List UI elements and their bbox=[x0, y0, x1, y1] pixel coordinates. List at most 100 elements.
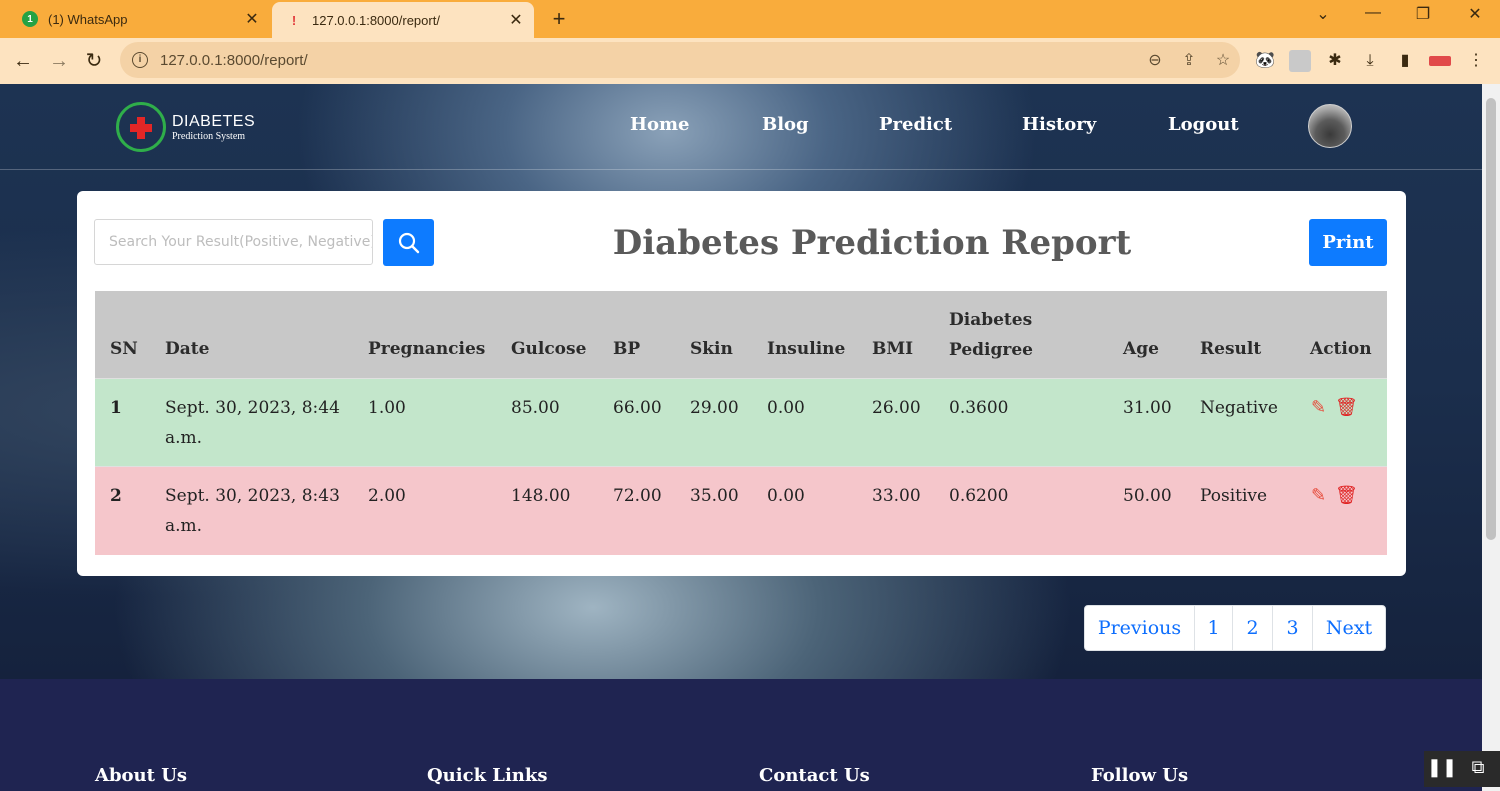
omnibox[interactable]: i 127.0.0.1:8000/report/ ⊖ ⇪ ☆ bbox=[120, 42, 1240, 78]
logo-subtitle: Prediction System bbox=[172, 130, 246, 142]
pagination-page-3[interactable]: 3 bbox=[1273, 606, 1313, 650]
site-header: DIABETES Prediction System Home Blog Pre… bbox=[0, 84, 1482, 170]
share-icon[interactable]: ⇪ bbox=[1172, 50, 1206, 70]
pagination-page-2[interactable]: 2 bbox=[1233, 606, 1273, 650]
row-bmi: 33.00 bbox=[872, 486, 921, 506]
url-text[interactable]: 127.0.0.1:8000/report/ bbox=[160, 52, 1138, 69]
col-age: Age bbox=[1123, 339, 1159, 359]
new-tab-button[interactable]: + bbox=[546, 6, 572, 32]
site-info-icon[interactable]: i bbox=[132, 52, 148, 68]
col-skin: Skin bbox=[690, 339, 733, 359]
trash-icon[interactable]: 🗑 bbox=[1335, 485, 1358, 506]
col-action: Action bbox=[1310, 339, 1372, 359]
nav-home[interactable]: Home bbox=[630, 114, 690, 135]
side-panel-icon[interactable]: ▮ bbox=[1394, 50, 1416, 72]
row-date: Sept. 30, 2023, 8:44 a.m. bbox=[165, 398, 340, 448]
row-result: Negative bbox=[1200, 398, 1278, 418]
row-bp: 72.00 bbox=[613, 486, 662, 506]
print-button[interactable]: Print bbox=[1309, 219, 1387, 266]
col-bmi: BMI bbox=[872, 339, 914, 359]
bookmark-star-icon[interactable]: ☆ bbox=[1206, 50, 1240, 70]
row-result: Positive bbox=[1200, 486, 1268, 506]
site-footer: About Us Quick Links Contact Us Follow U… bbox=[0, 679, 1482, 791]
row-bp: 66.00 bbox=[613, 398, 662, 418]
back-arrow-icon[interactable]: ← bbox=[10, 48, 36, 74]
row-age: 50.00 bbox=[1123, 486, 1172, 506]
edit-icon[interactable]: ✎ bbox=[1311, 485, 1326, 506]
forward-arrow-icon[interactable]: → bbox=[46, 48, 72, 74]
reload-icon[interactable]: ↻ bbox=[81, 48, 107, 74]
browser-menu-icon[interactable]: ⋮ bbox=[1465, 50, 1487, 72]
table-row: 1 Sept. 30, 2023, 8:44 a.m. 1.00 85.00 6… bbox=[95, 378, 1387, 466]
col-sn: SN bbox=[110, 339, 138, 359]
tab-close-icon[interactable]: ✕ bbox=[504, 10, 528, 30]
row-pregnancies: 1.00 bbox=[368, 398, 406, 418]
download-icon[interactable]: ⤓ bbox=[1359, 50, 1381, 72]
col-pedigree: Diabetes Pedigree bbox=[949, 310, 1033, 360]
row-insulin: 0.00 bbox=[767, 486, 805, 506]
row-pedigree: 0.3600 bbox=[949, 398, 1009, 418]
user-avatar[interactable] bbox=[1308, 104, 1352, 148]
footer-quick-links-heading: Quick Links bbox=[427, 765, 548, 786]
footer-follow-heading: Follow Us bbox=[1091, 765, 1189, 786]
medical-cross-icon bbox=[116, 102, 166, 152]
tab-close-icon[interactable]: ✕ bbox=[240, 9, 264, 29]
page-scrollbar[interactable] bbox=[1482, 84, 1500, 791]
tab-title: (1) WhatsApp bbox=[48, 11, 128, 27]
pagination: Previous 1 2 3 Next bbox=[1084, 605, 1386, 651]
row-pregnancies: 2.00 bbox=[368, 486, 406, 506]
footer-contact-heading: Contact Us bbox=[759, 765, 870, 786]
restore-icon[interactable]: ❐ bbox=[1408, 4, 1438, 28]
col-bp: BP bbox=[613, 339, 641, 359]
screenshot-extension-icon[interactable] bbox=[1289, 50, 1311, 72]
row-skin: 29.00 bbox=[690, 398, 739, 418]
logo-title: DIABETES bbox=[172, 112, 256, 130]
nav-logout[interactable]: Logout bbox=[1168, 114, 1239, 135]
tab-whatsapp[interactable]: 1 (1) WhatsApp ✕ bbox=[8, 0, 270, 38]
edit-icon[interactable]: ✎ bbox=[1311, 397, 1326, 418]
col-date: Date bbox=[165, 339, 210, 359]
row-pedigree: 0.6200 bbox=[949, 486, 1009, 506]
table-row: 2 Sept. 30, 2023, 8:43 a.m. 2.00 148.00 … bbox=[95, 466, 1387, 555]
pagination-page-1[interactable]: 1 bbox=[1195, 606, 1233, 650]
row-glucose: 85.00 bbox=[511, 398, 560, 418]
minimize-icon[interactable]: — bbox=[1358, 4, 1388, 28]
page-favicon-icon: ǃ bbox=[291, 12, 297, 28]
col-result: Result bbox=[1200, 339, 1262, 359]
nav-blog[interactable]: Blog bbox=[762, 114, 809, 135]
trash-icon[interactable]: 🗑 bbox=[1335, 397, 1358, 418]
panda-extension-icon[interactable]: 🐼 bbox=[1254, 50, 1276, 72]
col-pregnancies: Pregnancies bbox=[368, 339, 486, 359]
scrollbar-thumb[interactable] bbox=[1486, 98, 1496, 540]
pause-icon[interactable]: ❚❚ bbox=[1426, 757, 1458, 778]
whatsapp-icon: 1 bbox=[22, 11, 38, 27]
row-age: 31.00 bbox=[1123, 398, 1172, 418]
nav-predict[interactable]: Predict bbox=[879, 114, 952, 135]
extensions-puzzle-icon[interactable]: ✱ bbox=[1324, 50, 1346, 72]
nav-history[interactable]: History bbox=[1022, 114, 1096, 135]
row-glucose: 148.00 bbox=[511, 486, 571, 506]
search-input[interactable]: Search Your Result(Positive, Negative) bbox=[94, 219, 373, 265]
picture-in-picture-icon[interactable]: ⧉ bbox=[1462, 757, 1494, 778]
pagination-next[interactable]: Next bbox=[1313, 606, 1385, 650]
tab-title: 127.0.0.1:8000/report/ bbox=[312, 12, 440, 28]
col-glucose: Gulcose bbox=[511, 339, 587, 359]
report-card: Search Your Result(Positive, Negative) D… bbox=[77, 191, 1406, 576]
pagination-previous[interactable]: Previous bbox=[1085, 606, 1195, 650]
address-bar: ← → ↻ i 127.0.0.1:8000/report/ ⊖ ⇪ ☆ 🐼 ✱… bbox=[0, 38, 1500, 84]
close-window-icon[interactable]: ✕ bbox=[1460, 4, 1490, 28]
page-viewport: DIABETES Prediction System Home Blog Pre… bbox=[0, 84, 1482, 791]
row-insulin: 0.00 bbox=[767, 398, 805, 418]
record-extension-icon[interactable] bbox=[1429, 56, 1451, 66]
row-skin: 35.00 bbox=[690, 486, 739, 506]
row-sn: 1 bbox=[110, 398, 122, 418]
page-title: Diabetes Prediction Report bbox=[612, 223, 1132, 263]
row-date: Sept. 30, 2023, 8:43 a.m. bbox=[165, 486, 340, 536]
site-logo[interactable]: DIABETES Prediction System bbox=[116, 102, 255, 152]
row-bmi: 26.00 bbox=[872, 398, 921, 418]
tab-report[interactable]: ǃ 127.0.0.1:8000/report/ ✕ bbox=[272, 2, 534, 38]
search-button[interactable] bbox=[383, 219, 434, 266]
tab-search-chevron-icon[interactable]: ⌄ bbox=[1308, 4, 1338, 28]
zoom-icon[interactable]: ⊖ bbox=[1138, 50, 1172, 70]
footer-about-heading: About Us bbox=[95, 765, 188, 786]
